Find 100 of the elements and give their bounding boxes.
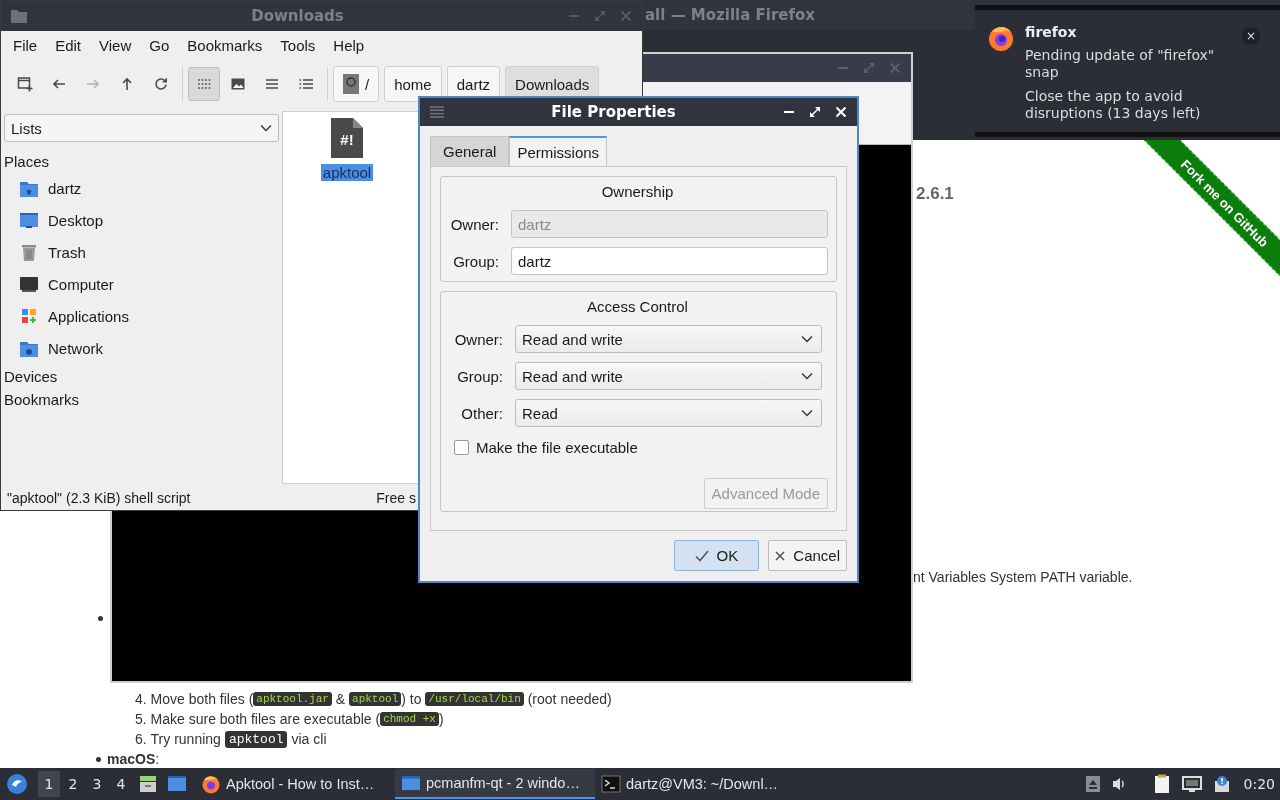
file-name[interactable]: apktool [320,164,374,181]
step-number: 5. [135,711,148,727]
window-title: Downloads [250,7,345,25]
workspace-button[interactable]: 2 [62,771,84,797]
path-button[interactable]: home [384,66,442,102]
code-snippet: apktool.jar [253,692,332,706]
step-number: 4. [135,691,148,707]
icon-label: #! [339,131,355,149]
field-label: Group: [456,367,503,385]
monitor-icon[interactable] [1181,775,1202,793]
desktop-icon [19,210,39,230]
window-title: all — Mozilla Firefox [645,6,816,24]
document-icon [331,118,363,158]
close-button[interactable]: × [1242,27,1260,45]
menu-item[interactable]: Go [140,36,179,54]
group-title: Access Control [587,297,688,315]
code-snippet: /usr/local/bin [425,692,524,706]
eject-icon[interactable] [1085,776,1100,792]
notification-text: Close the app to avoid disruptions (13 days left) [1025,88,1202,122]
platform-heading: macOS: [107,751,160,767]
sidebar-section[interactable]: Places [4,150,279,172]
window-icon [401,774,421,792]
image-icon [230,76,246,92]
chevron-down-icon [801,409,813,417]
code-snippet: chmod +x [380,712,439,726]
close-icon [775,550,786,561]
drive-icon [343,74,359,94]
menu-item[interactable]: Bookmarks [178,36,272,54]
taskbar-task[interactable]: Apktool - How to Inst… [195,769,395,799]
browser-icon [987,24,1015,52]
ok-button[interactable]: OK [673,540,760,571]
workspace-button[interactable]: 3 [86,771,108,797]
grid-icon [196,76,212,92]
permission-dropdown[interactable]: Read [515,399,822,427]
status-text: Free s [376,490,416,506]
file-cabinet-icon[interactable] [139,775,157,793]
field-label: Group: [452,252,499,270]
tab[interactable]: General [430,136,510,166]
text-field[interactable]: dartz [511,247,828,275]
browser-icon [201,774,221,794]
chevron-down-icon [801,335,813,343]
start-menu-icon[interactable] [6,773,28,795]
chevron-down-icon [260,124,272,132]
step-text: ) to [401,691,423,707]
sidebar-item[interactable]: Desktop [4,204,279,236]
code-snippet: apktool [224,730,288,748]
group-title: Ownership [601,182,674,200]
menu-item[interactable]: Help [324,36,374,54]
status-text: "apktool" (2.3 KiB) shell script [7,490,191,506]
menu-icon[interactable] [430,106,444,118]
bullet-icon [96,756,101,762]
step-text: ) [438,711,444,727]
checkbox[interactable] [454,439,469,455]
computer-icon [19,274,39,294]
update-icon[interactable] [1213,775,1230,793]
taskbar-task[interactable]: pcmanfm-qt - 2 windo… [395,769,595,799]
desktop-icon[interactable] [167,775,187,793]
step-text: Try running [150,731,221,747]
check-icon [694,549,709,562]
sidebar-item[interactable]: Trash [4,236,279,268]
menu-item[interactable]: Edit [46,36,91,54]
sidebar-item[interactable]: dartz [4,172,279,204]
sidebar-section[interactable]: Devices [4,365,279,387]
menu-item[interactable]: File [4,36,47,54]
clipboard-icon[interactable] [1153,774,1170,794]
menu-item[interactable]: Tools [271,36,325,54]
folder-icon [11,9,27,23]
trash-icon [19,242,39,262]
menu-item[interactable]: View [90,36,141,54]
permission-dropdown[interactable]: Read and write [515,362,822,390]
notification-text: Pending update of "firefox" snap [1025,47,1215,81]
path-button[interactable]: / [333,66,380,102]
terminal-icon [601,775,621,793]
sidebar-mode-dropdown[interactable]: Lists [4,114,279,142]
cancel-button[interactable]: Cancel [768,540,847,571]
step-text: Move both files ( [150,691,254,707]
step-text: via cli [291,731,327,747]
reload-icon [153,76,169,92]
sidebar-section[interactable]: Bookmarks [4,388,279,410]
checkbox-label[interactable]: Make the file executable [476,438,638,456]
step-text: & [334,691,347,707]
sidebar-item[interactable]: Computer [4,268,279,300]
window-plus-icon [17,76,33,92]
step-text: (root needed) [526,691,612,707]
chevron-down-icon [801,372,813,380]
window-title: File Properties [550,103,677,121]
tab[interactable]: Permissions [509,136,608,166]
code-snippet: apktool [349,692,402,706]
sidebar-item[interactable]: Applications [4,300,279,332]
field-label: Owner: [449,215,499,233]
step-text: Make sure both files are executable ( [150,711,381,727]
paragraph-text: nt Variables System PATH variable. [913,569,1133,585]
taskbar-task[interactable]: dartz@VM3: ~/Downl… [595,769,795,799]
workspace-button[interactable]: 4 [110,771,132,797]
workspace-button[interactable]: 1 [38,771,60,797]
maximize-icon[interactable] [809,106,821,118]
bullet-icon [98,616,103,621]
notification-title: firefox [1025,24,1078,40]
permission-dropdown[interactable]: Read and write [515,325,822,353]
sidebar-item[interactable]: Network [4,332,279,364]
